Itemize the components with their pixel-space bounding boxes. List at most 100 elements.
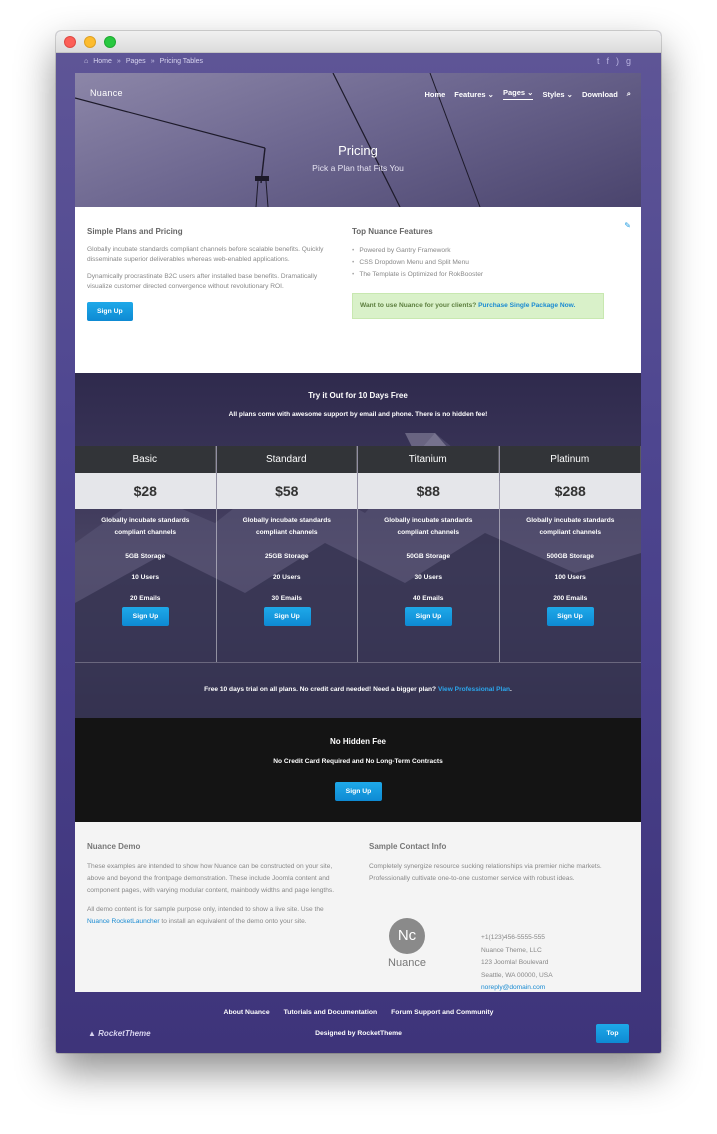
breadcrumb-home[interactable]: Home [93, 58, 112, 65]
plan-storage: 5GB Storage [125, 553, 166, 560]
intro-section: ✎ Simple Plans and Pricing Globally incu… [75, 207, 641, 373]
plan-signup-button[interactable]: Sign Up [546, 607, 594, 626]
breadcrumb: ⌂ Home » Pages » Pricing Tables [84, 58, 203, 65]
contact-paragraph: Completely synergize resource sucking re… [369, 863, 602, 882]
footer-link-about[interactable]: About Nuance [224, 1009, 270, 1016]
window-titlebar [56, 31, 661, 53]
footer-links: About Nuance Tutorials and Documentation… [56, 1009, 661, 1016]
designed-by: Designed by RocketTheme [315, 1030, 402, 1037]
trial-note-end: . [510, 686, 512, 693]
nav-pages-label: Pages [502, 88, 526, 97]
nav-features-label: Features [454, 89, 486, 99]
google-plus-icon[interactable]: g [626, 56, 631, 66]
contact-city: Seattle, WA 00000, USA [481, 971, 553, 979]
breadcrumb-pages[interactable]: Pages [126, 58, 146, 65]
intro-left-title: Simple Plans and Pricing [87, 227, 183, 236]
nuance-logo-mark: Nc [389, 918, 425, 954]
twitter-icon[interactable]: t [597, 56, 600, 66]
nofee-signup-button[interactable]: Sign Up [335, 782, 382, 801]
feature-item: Powered by Gantry Framework [352, 245, 604, 257]
page-subtitle: Pick a Plan that Fits You [312, 163, 404, 173]
top-bar: ⌂ Home » Pages » Pricing Tables t f ) g [56, 53, 661, 73]
pricing-divider [75, 662, 641, 663]
breadcrumb-current: Pricing Tables [159, 58, 204, 65]
search-icon[interactable]: ⌕ [627, 89, 631, 99]
plan-description: Globally incubate standards compliant ch… [384, 517, 473, 536]
pricing-table: Basic $28 Globally incubate standards co… [75, 446, 641, 662]
demo-text: to install an equivalent of the demo ont… [159, 918, 307, 925]
close-window-button[interactable] [64, 36, 76, 48]
contact-email-link[interactable]: noreply@domain.com [481, 982, 553, 995]
plan-signup-button[interactable]: Sign Up [122, 607, 169, 626]
plan-standard: Standard $58 Globally incubate standards… [216, 446, 358, 662]
nav-features[interactable]: Features ⌄ [454, 90, 494, 99]
nav-styles-label: Styles [542, 89, 565, 99]
trial-note-text: Free [204, 686, 220, 693]
intro-right-column: Top Nuance Features Powered by Gantry Fr… [352, 227, 604, 319]
plan-name: Titanium [358, 446, 499, 473]
professional-plan-link[interactable]: View Professional Plan [438, 686, 510, 693]
chevron-down-icon: ⌄ [487, 89, 494, 99]
plan-price: $288 [499, 473, 641, 509]
contact-street: 123 Joomla! Boulevard [481, 959, 549, 966]
plan-price: $58 [216, 473, 357, 509]
breadcrumb-separator-icon: » [150, 58, 155, 65]
chevron-down-icon: ⌄ [566, 89, 573, 99]
pricing-section: Try it Out for 10 Days Free All plans co… [75, 373, 641, 718]
plan-users: 100 Users [554, 574, 586, 581]
facebook-icon[interactable]: f [606, 56, 609, 66]
nuance-logo-word: Nuance [388, 957, 426, 969]
demo-title: Nuance Demo [87, 842, 141, 851]
plan-basic: Basic $28 Globally incubate standards co… [75, 446, 217, 662]
chevron-down-icon: ⌄ [527, 88, 534, 97]
main-nav: Home Features ⌄ Pages ⌄ Styles ⌄ Downloa… [424, 88, 631, 100]
plan-titanium: Titanium $88 Globally incubate standards… [358, 446, 500, 662]
plan-emails: 40 Emails [413, 595, 444, 602]
footer-info-section: Nuance Demo These examples are intended … [75, 822, 641, 992]
edit-icon[interactable]: ✎ [624, 221, 631, 230]
pricing-title: Try it Out for 10 Days Free [308, 391, 408, 400]
plan-signup-button[interactable]: Sign Up [263, 607, 311, 626]
plan-name: Platinum [499, 446, 641, 473]
no-hidden-fee-section: No Hidden Fee No Credit Card Required an… [75, 718, 641, 822]
home-marker-icon: ⌂ [84, 58, 89, 65]
nuance-logo: Nc Nuance [382, 918, 432, 969]
nav-styles[interactable]: Styles ⌄ [542, 90, 573, 99]
zoom-window-button[interactable] [104, 36, 116, 48]
feature-list: Powered by Gantry Framework CSS Dropdown… [352, 245, 604, 281]
social-links: t f ) g [597, 56, 631, 66]
intro-signup-button[interactable]: Sign Up [87, 302, 133, 321]
minimize-window-button[interactable] [84, 36, 96, 48]
callout-text: Want to use Nuance for your clients? [360, 302, 477, 309]
nav-home[interactable]: Home [424, 90, 445, 99]
footer-link-forum[interactable]: Forum Support and Community [391, 1009, 493, 1016]
intro-right-title: Top Nuance Features [352, 227, 433, 236]
purchase-link[interactable]: Purchase Single Package Now. [478, 302, 575, 309]
intro-paragraph: Dynamically procrastinate B2C users afte… [87, 273, 318, 290]
intro-paragraph: Globally incubate standards compliant ch… [87, 246, 324, 263]
plan-description: Globally incubate standards compliant ch… [101, 517, 190, 536]
footer-link-tutorials[interactable]: Tutorials and Documentation [284, 1009, 378, 1016]
pricing-subtitle: All plans come with awesome support by e… [228, 411, 488, 418]
nav-pages[interactable]: Pages ⌄ [502, 88, 534, 100]
trial-note: Free 10 days trial on all plans. No cred… [75, 686, 641, 693]
plan-emails: 20 Emails [130, 595, 161, 602]
nav-download[interactable]: Download [582, 90, 618, 99]
feature-item: CSS Dropdown Menu and Split Menu [352, 257, 604, 269]
plan-storage: 25GB Storage [264, 553, 309, 560]
plan-signup-button[interactable]: Sign Up [405, 607, 452, 626]
plan-name: Standard [216, 446, 357, 473]
site-logo[interactable]: Nuance [90, 88, 123, 98]
back-to-top-button[interactable]: Top [596, 1024, 629, 1043]
trial-note-text: on all plans. No credit card needed! Nee… [258, 686, 437, 693]
plan-users: 20 Users [273, 574, 301, 581]
plan-emails: 30 Emails [271, 595, 302, 602]
plan-emails: 200 Emails [553, 595, 588, 602]
rss-icon[interactable]: ) [616, 56, 619, 66]
nofee-subtitle: No Credit Card Required and No Long-Term… [273, 758, 443, 765]
page-content: Nuance Home Features ⌄ Pages ⌄ Styles ⌄ … [75, 73, 641, 992]
plan-storage: 50GB Storage [406, 553, 451, 560]
hero-banner: Nuance Home Features ⌄ Pages ⌄ Styles ⌄ … [75, 73, 641, 207]
plan-storage: 500GB Storage [546, 553, 594, 560]
rocketlauncher-link[interactable]: Nuance RocketLauncher [87, 918, 160, 925]
